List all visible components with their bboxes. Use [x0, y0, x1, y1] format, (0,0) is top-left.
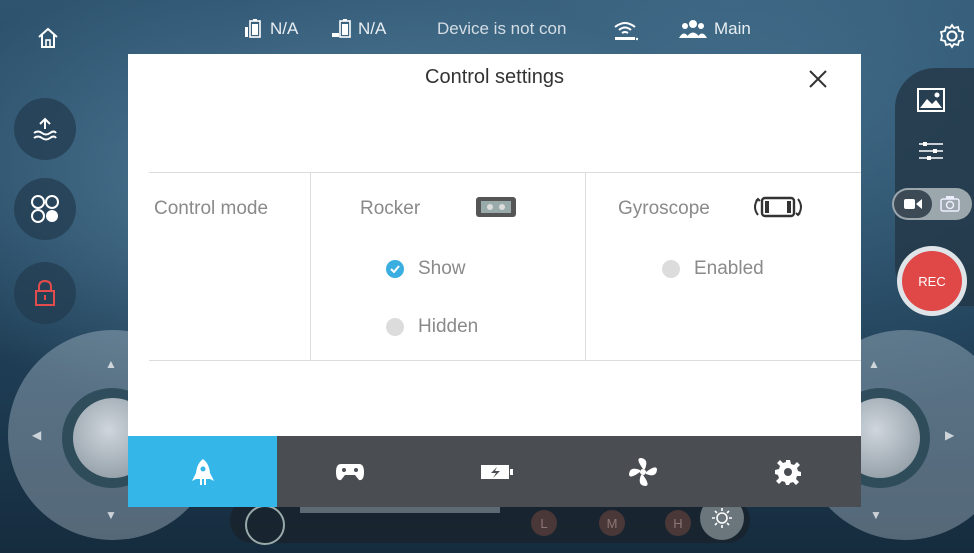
fan-icon — [628, 457, 657, 486]
dialog-title: Control settings — [425, 66, 564, 88]
connection-status: Device is not con — [437, 19, 566, 39]
rocker-label: Rocker — [360, 198, 421, 219]
divider — [310, 172, 311, 361]
progress-track — [300, 507, 500, 513]
lock-button[interactable] — [14, 262, 76, 324]
device-battery-value: N/A — [270, 19, 299, 38]
radio-unchecked-icon — [386, 318, 404, 336]
left-arrow-icon: ◀ — [32, 428, 42, 442]
lock-icon — [35, 279, 55, 306]
adjust-sliders-icon[interactable] — [917, 140, 945, 162]
depth-hold-button[interactable] — [14, 98, 76, 160]
gyroscope-enabled-label: Enabled — [694, 258, 764, 279]
settings-gear-icon[interactable] — [939, 23, 965, 49]
tab-rocket[interactable] — [128, 436, 277, 507]
users-icon — [679, 20, 707, 38]
mode-medium[interactable]: M — [599, 510, 625, 536]
gyroscope-enabled-option[interactable]: Enabled — [662, 258, 764, 280]
remote-battery-value: N/A — [358, 19, 387, 38]
divider — [149, 360, 861, 361]
record-button[interactable]: REC — [897, 246, 967, 316]
right-down-arrow-icon: ▼ — [870, 508, 882, 522]
device-battery: N/A — [244, 19, 298, 39]
light-bulb-icon — [712, 508, 732, 528]
down-arrow-icon: ▼ — [105, 508, 117, 522]
capture-icon[interactable] — [245, 505, 285, 545]
divider — [149, 172, 861, 173]
remote-battery-icon — [332, 19, 351, 38]
video-icon — [894, 190, 932, 218]
gyroscope-label: Gyroscope — [618, 198, 710, 219]
radio-unchecked-icon — [662, 260, 680, 278]
up-arrow-icon: ▲ — [105, 357, 117, 371]
right-up-arrow-icon: ▲ — [868, 357, 880, 371]
tab-gamepad[interactable] — [277, 436, 423, 507]
home-icon[interactable] — [28, 18, 68, 58]
signal-icon — [612, 19, 638, 41]
top-status-bar: N/A N/A Device is not con Main — [0, 0, 974, 62]
mode-high[interactable]: H — [665, 510, 691, 536]
menu-button[interactable] — [14, 178, 76, 240]
close-icon[interactable] — [803, 64, 833, 94]
settings-tab-bar — [128, 436, 861, 507]
divider — [585, 172, 586, 361]
control-mode-label: Control mode — [154, 198, 269, 219]
battery-charge-icon — [480, 464, 513, 479]
record-label: REC — [902, 251, 962, 311]
tab-settings[interactable] — [715, 436, 861, 507]
control-settings-dialog: Control settings Control mode Rocker Sho… — [128, 54, 861, 507]
user-mode[interactable]: Main — [678, 19, 751, 39]
user-mode-label: Main — [714, 19, 751, 38]
rocker-show-option[interactable]: Show — [386, 258, 466, 280]
remote-battery: N/A — [332, 19, 386, 39]
gallery-icon[interactable] — [917, 88, 945, 112]
right-arrow-icon: ▶ — [945, 428, 955, 442]
rocker-phone-icon — [475, 196, 517, 223]
rocker-hidden-label: Hidden — [418, 316, 479, 337]
gyroscope-rotate-icon — [750, 195, 806, 224]
tab-fan[interactable] — [570, 436, 715, 507]
apps-icon — [31, 195, 59, 223]
gear-icon — [775, 459, 801, 485]
rocker-hidden-option[interactable]: Hidden — [386, 316, 478, 338]
rocker-show-label: Show — [418, 258, 466, 279]
camera-mode-toggle[interactable] — [892, 188, 972, 220]
gamepad-icon — [336, 463, 364, 480]
rocket-icon — [191, 458, 214, 485]
radio-checked-icon — [386, 260, 404, 278]
tab-battery[interactable] — [423, 436, 570, 507]
battery-icon — [245, 19, 261, 38]
connection-status-text: Device is not con — [437, 19, 567, 38]
photo-camera-icon — [940, 196, 960, 217]
surface-icon — [33, 117, 57, 141]
mode-low[interactable]: L — [531, 510, 557, 536]
